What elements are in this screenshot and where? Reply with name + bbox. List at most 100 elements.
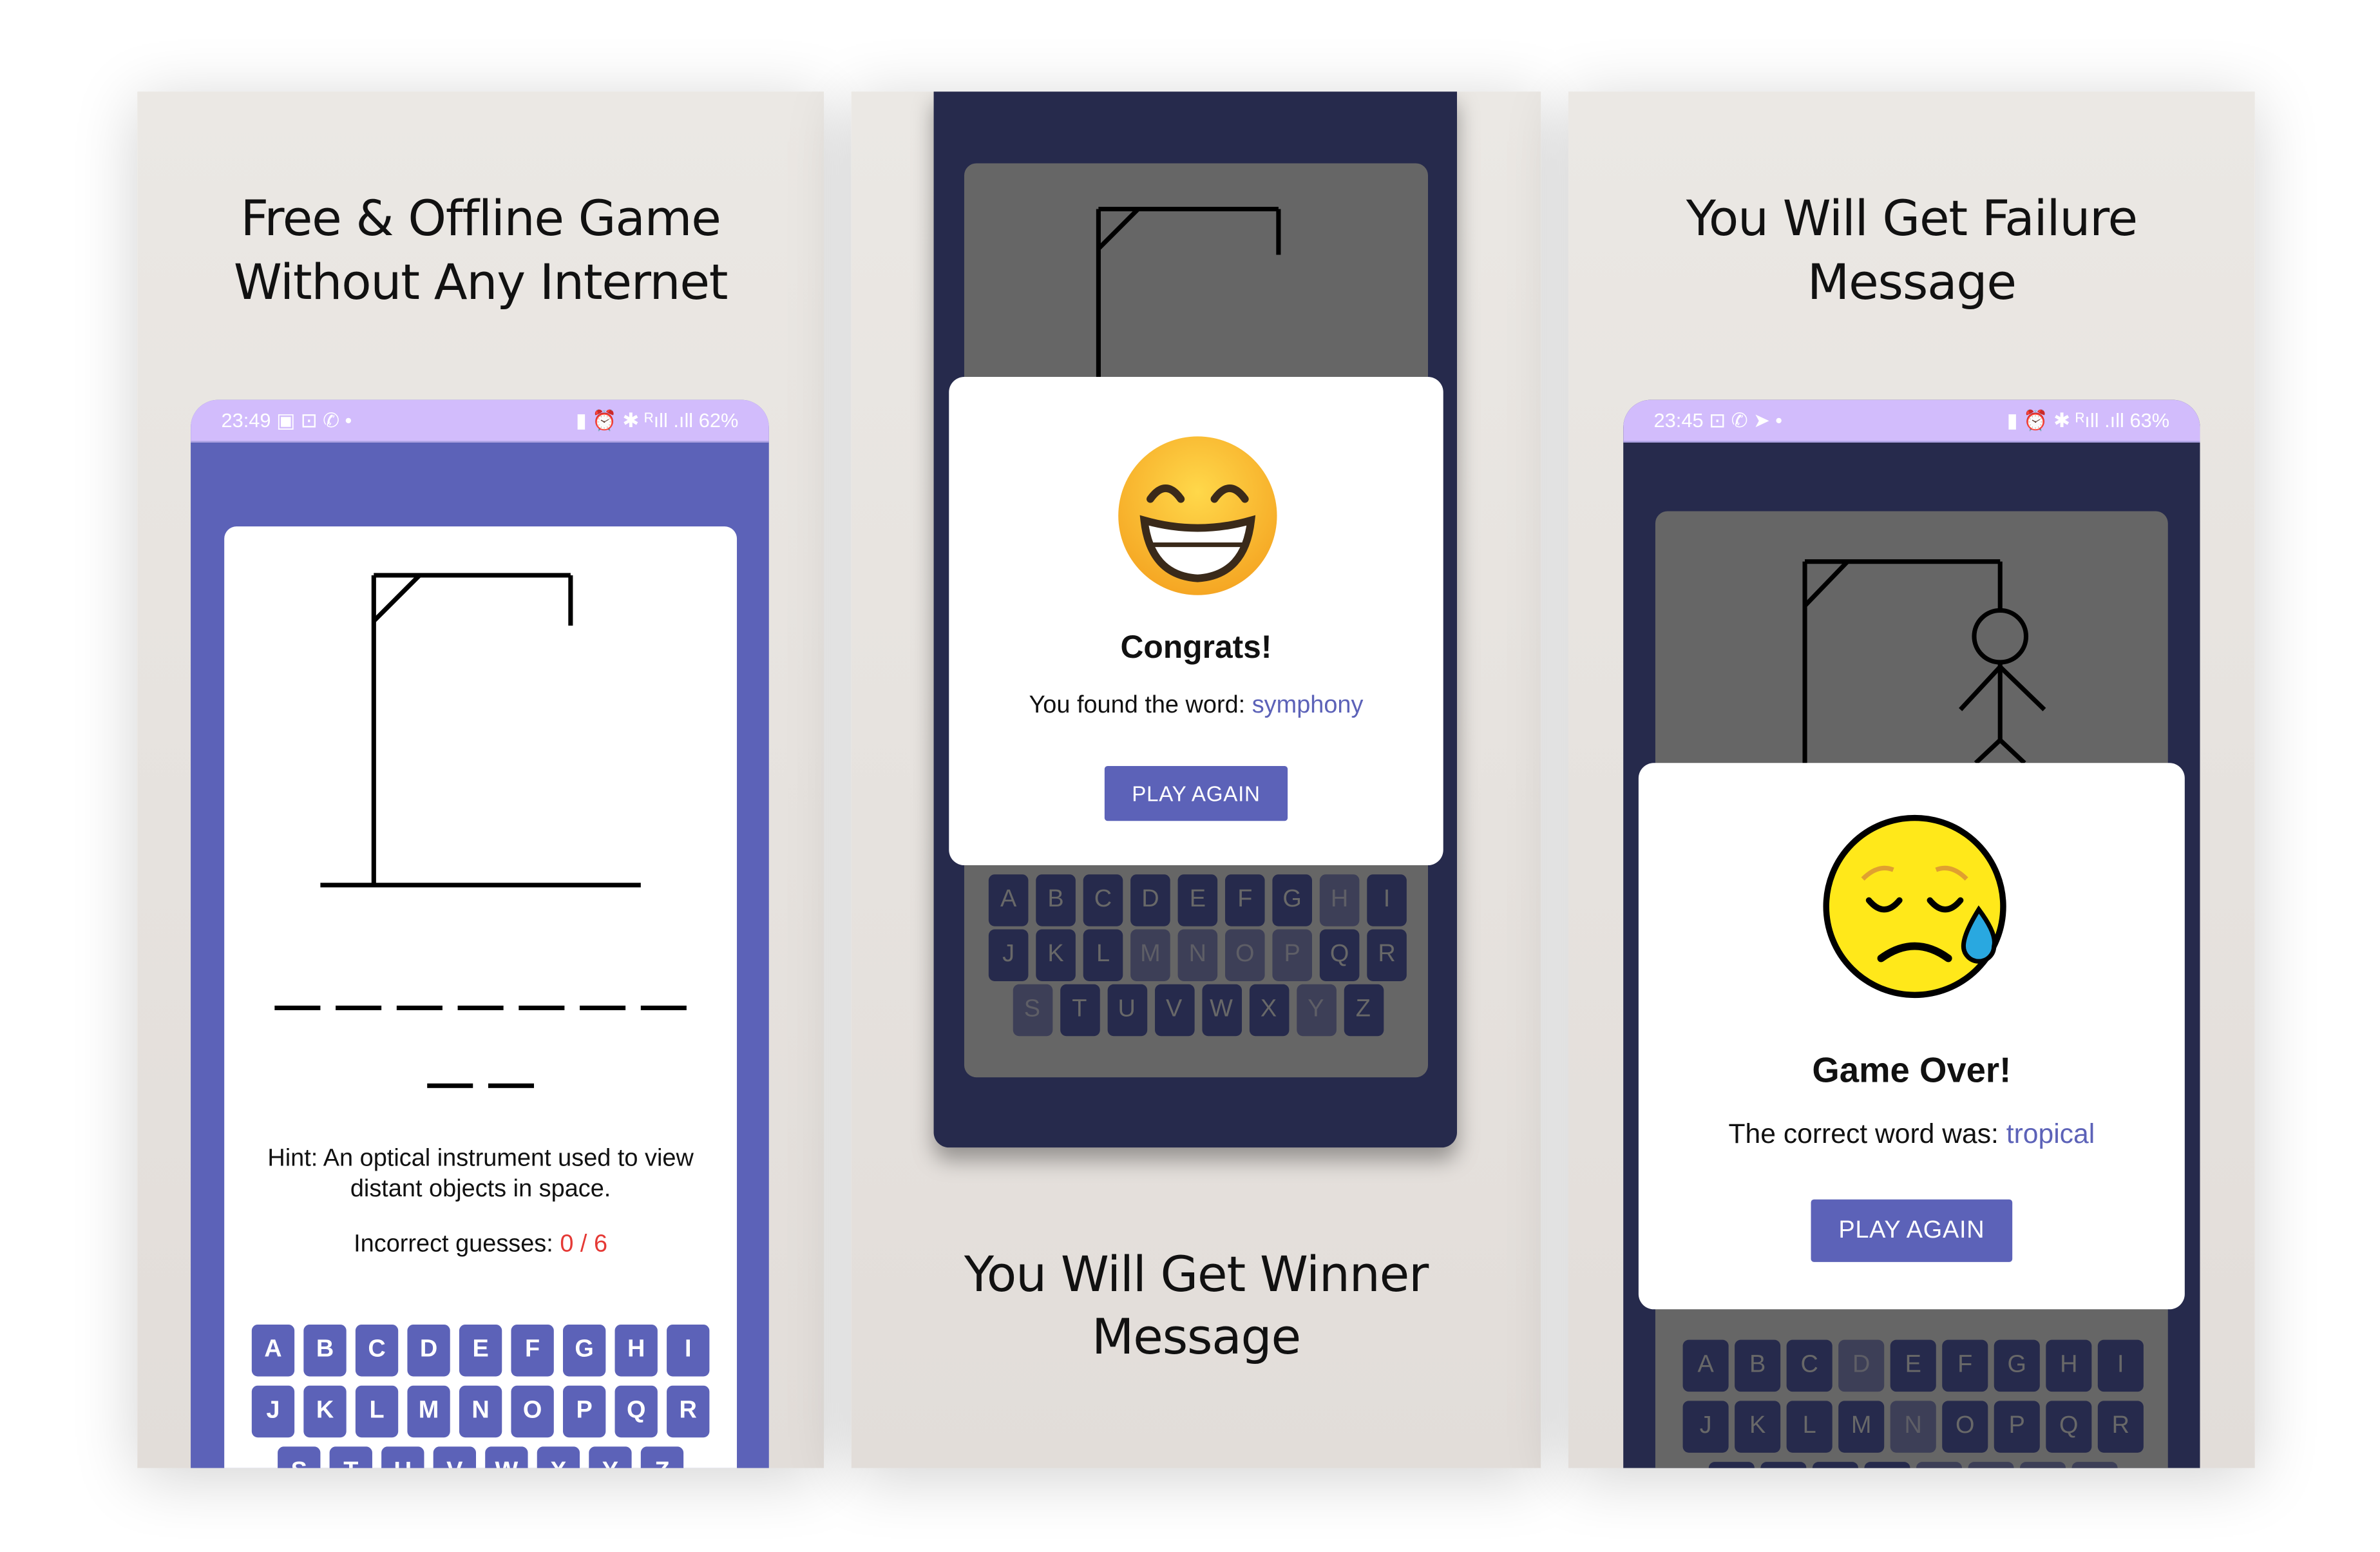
key-b[interactable]: B <box>303 1324 347 1377</box>
panel-title-line1: You Will Get Failure <box>1686 189 2138 247</box>
key-a[interactable]: A <box>1682 1339 1729 1392</box>
key-p[interactable]: P <box>563 1385 606 1438</box>
key-s[interactable]: S <box>1012 984 1052 1037</box>
key-f[interactable]: F <box>511 1324 554 1377</box>
battery-level: 62% <box>698 408 739 432</box>
key-c[interactable]: C <box>355 1324 399 1377</box>
key-x[interactable]: X <box>1248 984 1289 1037</box>
key-s[interactable]: S <box>1708 1462 1755 1468</box>
key-k[interactable]: K <box>1036 929 1076 982</box>
key-r[interactable]: R <box>2097 1401 2144 1453</box>
key-y[interactable]: Y <box>2020 1462 2066 1468</box>
key-k[interactable]: K <box>303 1385 347 1438</box>
key-t[interactable]: T <box>1760 1462 1807 1468</box>
key-b[interactable]: B <box>1036 874 1076 926</box>
key-l[interactable]: L <box>1786 1401 1833 1453</box>
key-d[interactable]: D <box>407 1324 450 1377</box>
key-u[interactable]: U <box>1812 1462 1858 1468</box>
key-u[interactable]: U <box>1107 984 1147 1037</box>
key-o[interactable]: O <box>1942 1401 1988 1453</box>
play-again-button[interactable]: PLAY AGAIN <box>1104 766 1288 821</box>
key-n[interactable]: N <box>459 1385 502 1438</box>
key-e[interactable]: E <box>1177 874 1218 926</box>
key-s[interactable]: S <box>278 1446 321 1468</box>
key-i[interactable]: I <box>1367 874 1407 926</box>
incorrect-label: Incorrect guesses: <box>354 1231 560 1258</box>
key-u[interactable]: U <box>381 1446 424 1468</box>
key-o[interactable]: O <box>1224 929 1265 982</box>
key-c[interactable]: C <box>1083 874 1123 926</box>
hint-line1: Hint: An optical instrument used to view <box>267 1145 694 1173</box>
system-icons: ▮ ⏰ ✱ ᴿıll .ıll <box>575 408 694 432</box>
key-b[interactable]: B <box>1735 1339 1781 1392</box>
key-g[interactable]: G <box>1272 874 1312 926</box>
key-h[interactable]: H <box>614 1324 658 1377</box>
key-w[interactable]: W <box>485 1446 528 1468</box>
key-z[interactable]: Z <box>2071 1462 2118 1468</box>
key-q[interactable]: Q <box>1319 929 1360 982</box>
key-x[interactable]: X <box>537 1446 580 1468</box>
message-text: You found the word: <box>1029 693 1252 719</box>
key-j[interactable]: J <box>988 929 1029 982</box>
key-e[interactable]: E <box>1890 1339 1936 1392</box>
key-g[interactable]: G <box>563 1324 606 1377</box>
dialog-title: Congrats! <box>1120 630 1272 666</box>
incorrect-guesses: Incorrect guesses: 0 / 6 <box>224 1231 737 1259</box>
panel-title-line1: You Will Get Winner <box>964 1245 1429 1303</box>
key-r[interactable]: R <box>1367 929 1407 982</box>
key-m[interactable]: M <box>1838 1401 1885 1453</box>
key-n[interactable]: N <box>1890 1401 1936 1453</box>
key-w[interactable]: W <box>1201 984 1241 1037</box>
key-x[interactable]: X <box>1968 1462 2014 1468</box>
key-i[interactable]: I <box>2097 1339 2144 1392</box>
key-f[interactable]: F <box>1224 874 1265 926</box>
key-p[interactable]: P <box>1994 1401 2040 1453</box>
key-a[interactable]: A <box>251 1324 295 1377</box>
key-a[interactable]: A <box>988 874 1029 926</box>
key-o[interactable]: O <box>511 1385 554 1438</box>
letter-blank <box>519 1005 565 1011</box>
battery-level: 63% <box>2129 408 2170 432</box>
key-t[interactable]: T <box>329 1446 372 1468</box>
gallows-drawing <box>1096 206 1281 392</box>
game-card: Hint: An optical instrument used to view… <box>224 526 738 1468</box>
key-j[interactable]: J <box>251 1385 295 1438</box>
key-p[interactable]: P <box>1272 929 1312 982</box>
key-v[interactable]: V <box>433 1446 477 1468</box>
key-e[interactable]: E <box>459 1324 502 1377</box>
key-f[interactable]: F <box>1942 1339 1988 1392</box>
key-i[interactable]: I <box>667 1324 710 1377</box>
panel-title-line2: Message <box>1807 253 2017 312</box>
play-again-button[interactable]: PLAY AGAIN <box>1811 1199 2013 1262</box>
letter-blank <box>274 1005 321 1011</box>
dialog-message: You found the word: symphony <box>949 693 1443 720</box>
hangman-drawing <box>1802 559 2046 786</box>
panel-title-line1: Free & Offline Game <box>240 189 721 247</box>
key-q[interactable]: Q <box>2046 1401 2092 1453</box>
status-bar: 23:45 ⊡ ✆ ➤ • ▮ ⏰ ✱ ᴿıll .ıll 63% <box>1623 399 2200 443</box>
key-v[interactable]: V <box>1864 1462 1910 1468</box>
key-r[interactable]: R <box>667 1385 710 1438</box>
key-j[interactable]: J <box>1682 1401 1729 1453</box>
key-y[interactable]: Y <box>1296 984 1336 1037</box>
key-c[interactable]: C <box>1786 1339 1833 1392</box>
key-m[interactable]: M <box>1130 929 1170 982</box>
key-l[interactable]: L <box>1083 929 1123 982</box>
key-w[interactable]: W <box>1916 1462 1963 1468</box>
key-g[interactable]: G <box>1994 1339 2040 1392</box>
gallows-drawing <box>320 573 641 888</box>
key-m[interactable]: M <box>407 1385 450 1438</box>
key-h[interactable]: H <box>2046 1339 2092 1392</box>
key-y[interactable]: Y <box>589 1446 632 1468</box>
key-d[interactable]: D <box>1130 874 1170 926</box>
key-z[interactable]: Z <box>1343 984 1384 1037</box>
key-z[interactable]: Z <box>640 1446 684 1468</box>
key-v[interactable]: V <box>1154 984 1194 1037</box>
key-l[interactable]: L <box>355 1385 399 1438</box>
key-t[interactable]: T <box>1059 984 1100 1037</box>
key-k[interactable]: K <box>1735 1401 1781 1453</box>
key-h[interactable]: H <box>1319 874 1360 926</box>
key-n[interactable]: N <box>1177 929 1218 982</box>
key-q[interactable]: Q <box>614 1385 658 1438</box>
key-d[interactable]: D <box>1838 1339 1885 1392</box>
